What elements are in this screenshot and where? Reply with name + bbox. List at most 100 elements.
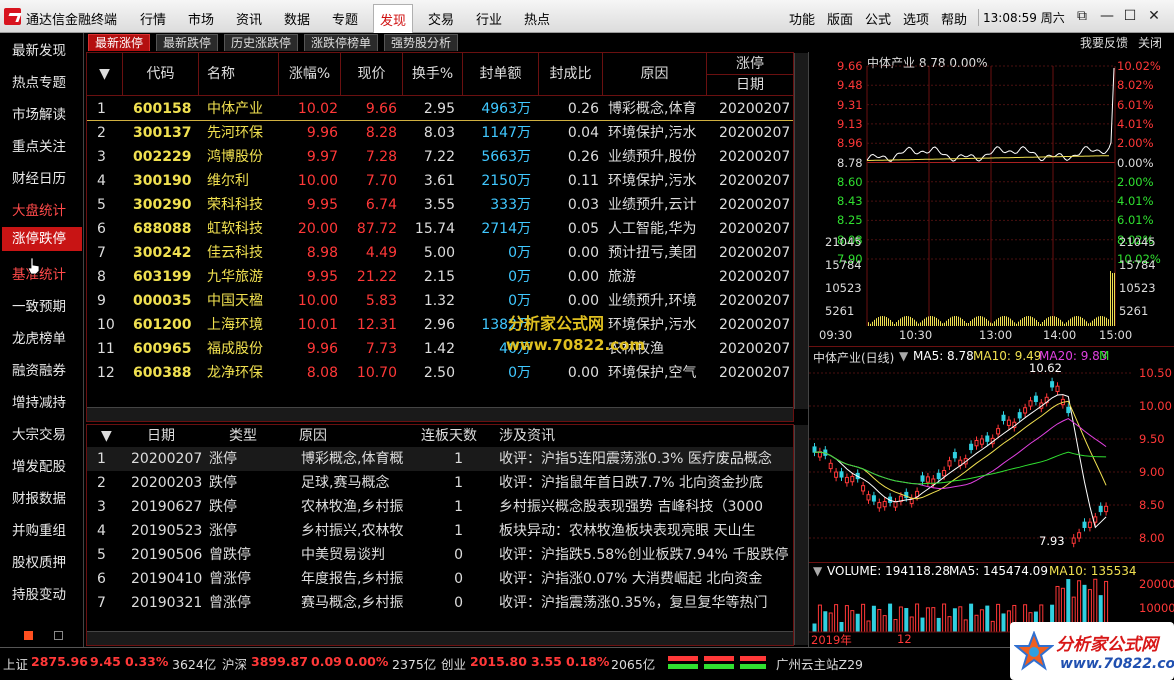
- table-row[interactable]: 10 601200 上海环境 10.01 12.31 2.96 环境保护,污水 2020020…: [87, 313, 793, 337]
- menu-news[interactable]: 资讯: [236, 9, 262, 28]
- col-price[interactable]: 现价: [341, 53, 403, 96]
- col-order-ratio[interactable]: 封成比: [539, 53, 603, 96]
- table-row[interactable]: 3 002229 鸿博股份 9.97 7.28 7.22 0.26 业绩预升,股份 202002…: [87, 145, 793, 169]
- history-row[interactable]: 5 20190506 曾跌停 中美贸易谈判 0 收评：沪指跌5.58%创业板跌7.94% …: [87, 543, 793, 567]
- sidebar-item-margin[interactable]: 融资融券: [12, 359, 66, 379]
- tab-history[interactable]: 历史涨跌停: [224, 34, 299, 51]
- history-days: 0: [454, 595, 463, 611]
- sz-label: 沪深: [222, 657, 248, 672]
- vertical-scrollbar[interactable]: [794, 53, 808, 409]
- pct-tick: 8.02%: [1117, 78, 1154, 93]
- window-close-icon[interactable]: ✕: [1144, 6, 1164, 26]
- history-row[interactable]: 3 20190627 跌停 农林牧渔,乡村振 1 乡村振兴概念股表现强势 吉峰科技（300…: [87, 495, 793, 519]
- menu-function[interactable]: 功能: [789, 9, 815, 28]
- menu-trade[interactable]: 交易: [428, 9, 454, 28]
- feedback-link[interactable]: 我要反馈: [1080, 34, 1128, 51]
- sidebar-item-dragon-tiger[interactable]: 龙虎榜单: [12, 327, 66, 347]
- table-row[interactable]: 7 300242 佳云科技 8.98 4.49 5.00 0.00 预计扭亏,美团 202002…: [87, 241, 793, 265]
- volume-bar: [1110, 271, 1111, 326]
- col-limit-up[interactable]: 涨停: [707, 53, 793, 75]
- clock: 13:08:59 周六: [978, 9, 1065, 26]
- sidebar-item-mna[interactable]: 并购重组: [12, 519, 66, 539]
- volume-bar: [1098, 316, 1099, 326]
- menu-industry[interactable]: 行业: [476, 9, 502, 28]
- volume-chevron-icon[interactable]: ▼: [813, 564, 822, 578]
- sidebar-item-latest[interactable]: 最新发现: [12, 39, 66, 59]
- table-row[interactable]: 8 603199 九华旅游 9.95 21.22 2.15 0.00 旅游 20200207 0万: [87, 265, 793, 289]
- table-row[interactable]: 5 300290 荣科科技 9.95 6.74 3.55 0.03 业绩预升,云计 202002…: [87, 193, 793, 217]
- history-days: 1: [454, 451, 463, 467]
- sidebar-item-market-stats[interactable]: 大盘统计: [12, 199, 66, 219]
- sidebar-item-block-trade[interactable]: 大宗交易: [12, 423, 66, 443]
- table-row[interactable]: 12 600388 龙净环保 8.08 10.70 2.50 0.00 环境保护,空气 2020…: [87, 361, 793, 385]
- menu-hot[interactable]: 热点: [524, 9, 550, 28]
- history-date: 20190506: [131, 547, 203, 563]
- volume-tick: 21045: [825, 235, 862, 249]
- history-row[interactable]: 4 20190523 涨停 乡村振兴,农林牧 1 板块异动：农林牧渔板块表现亮眼 天山生: [87, 519, 793, 543]
- sidebar-toggle-a[interactable]: [24, 631, 33, 640]
- table-row[interactable]: 11 600965 福成股份 9.96 7.73 1.42 农林牧渔 20200207 40万: [87, 337, 793, 361]
- horizontal-scrollbar[interactable]: [87, 407, 793, 421]
- table-row[interactable]: 4 300190 维尔利 10.00 7.70 3.61 0.11 环境保护,污水 202002…: [87, 169, 793, 193]
- history-horizontal-scrollbar[interactable]: [87, 631, 793, 645]
- close-link[interactable]: 关闭: [1138, 34, 1162, 51]
- menu-options[interactable]: 选项: [903, 9, 929, 28]
- hcol-info[interactable]: 涉及资讯: [499, 425, 555, 447]
- menu-quotes[interactable]: 行情: [140, 9, 166, 28]
- menu-help[interactable]: 帮助: [941, 9, 967, 28]
- hcol-date[interactable]: 日期: [147, 425, 175, 447]
- sidebar-item-holdings-change[interactable]: 增持减持: [12, 391, 66, 411]
- history-row[interactable]: 1 20200207 涨停 博彩概念,体育概 1 收评：沪指5连阳震荡涨0.3% 医疗废品…: [87, 447, 793, 471]
- table-row[interactable]: 1 600158 中体产业 10.02 9.66 2.95 0.26 博彩概念,体育 20200…: [87, 97, 793, 121]
- col-order-amount[interactable]: 封单额: [463, 53, 539, 96]
- sort-chevron-icon[interactable]: ▼: [87, 53, 123, 96]
- window-maximize-icon[interactable]: ☐: [1120, 6, 1140, 26]
- col-turnover[interactable]: 换手%: [403, 53, 463, 96]
- sidebar-item-placement[interactable]: 增发配股: [12, 455, 66, 475]
- table-row[interactable]: 6 688088 虹软科技 20.00 87.72 15.74 0.05 人工智能,华为 202…: [87, 217, 793, 241]
- tab-strong-stocks[interactable]: 强势股分析: [384, 34, 459, 51]
- col-change-pct[interactable]: 涨幅%: [279, 53, 341, 96]
- history-row[interactable]: 2 20200203 跌停 足球,赛马概念 1 收评：沪指鼠年首日跌7.7% 北向资金抄底: [87, 471, 793, 495]
- tab-ranking[interactable]: 涨跌停榜单: [304, 34, 379, 51]
- menu-market[interactable]: 市场: [188, 9, 214, 28]
- history-row[interactable]: 7 20190321 曾涨停 赛马概念,乡村振 0 收评：沪指震荡涨0.35%，复旦复华等…: [87, 591, 793, 615]
- menu-data[interactable]: 数据: [284, 9, 310, 28]
- window-minimize-icon[interactable]: —: [1097, 6, 1117, 26]
- menu-layout[interactable]: 版面: [827, 9, 853, 28]
- sidebar-item-consensus[interactable]: 一致预期: [12, 295, 66, 315]
- tab-latest-limit-up[interactable]: 最新涨停: [88, 34, 151, 51]
- sidebar-item-market-read[interactable]: 市场解读: [12, 103, 66, 123]
- candle-body: [812, 446, 817, 453]
- change-pct: 9.95: [306, 197, 338, 213]
- daily-volume-bar: [958, 606, 963, 633]
- hcol-reason[interactable]: 原因: [299, 425, 327, 447]
- sidebar-item-focus[interactable]: 重点关注: [12, 135, 66, 155]
- col-code[interactable]: 代码: [123, 53, 199, 96]
- history-row[interactable]: 6 20190410 曾涨停 年度报告,乡村振 0 收评：沪指涨0.07% 大消费崛起 北…: [87, 567, 793, 591]
- sidebar-item-calendar[interactable]: 财经日历: [12, 167, 66, 187]
- sidebar-toggle-b[interactable]: [54, 631, 63, 640]
- history-sort-icon[interactable]: ▼: [101, 425, 112, 447]
- menu-topics[interactable]: 专题: [332, 9, 358, 28]
- sidebar-item-financials[interactable]: 财报数据: [12, 487, 66, 507]
- table-row[interactable]: 9 000035 中国天楹 10.00 5.83 1.32 0.00 业绩预升,环境 20200…: [87, 289, 793, 313]
- sidebar-item-hot-topics[interactable]: 热点专题: [12, 71, 66, 91]
- col-name[interactable]: 名称: [199, 53, 279, 96]
- hcol-days[interactable]: 连板天数: [421, 425, 477, 447]
- sidebar-item-shareholding[interactable]: 持股变动: [12, 583, 66, 603]
- tab-latest-limit-down[interactable]: 最新跌停: [156, 34, 219, 51]
- table-row[interactable]: 2 300137 先河环保 9.96 8.28 8.03 0.04 环境保护,污水 202002…: [87, 121, 793, 145]
- window-restore-icon[interactable]: ⧉: [1072, 6, 1092, 26]
- volume-tick: 5261: [825, 304, 855, 318]
- candle-body: [996, 428, 1001, 435]
- volume-bar: [1104, 316, 1105, 326]
- sidebar-item-limit-up-down[interactable]: 涨停跌停: [2, 227, 82, 251]
- menu-discover[interactable]: 发现: [373, 4, 414, 33]
- history-vertical-scrollbar[interactable]: [794, 425, 808, 645]
- col-reason[interactable]: 原因: [603, 53, 707, 96]
- sidebar-item-pledge[interactable]: 股权质押: [12, 551, 66, 571]
- hcol-type[interactable]: 类型: [229, 425, 257, 447]
- menu-formula[interactable]: 公式: [865, 9, 891, 28]
- col-date[interactable]: 日期: [707, 74, 793, 96]
